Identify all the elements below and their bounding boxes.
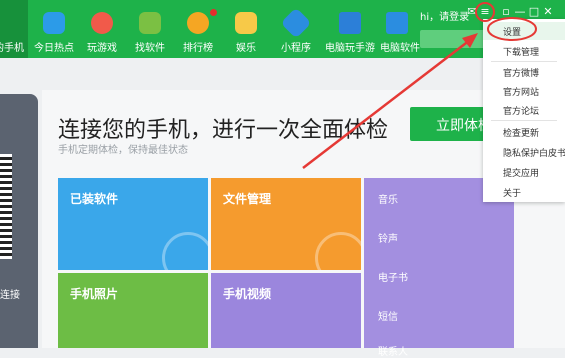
nav-item-pc-mobile-game-label: 电脑玩手游: [325, 43, 375, 54]
menu-item-privacy-whitepaper[interactable]: 隐私保护白皮书: [503, 146, 565, 159]
menu-item-settings[interactable]: 设置: [503, 25, 521, 38]
nav-item-news-label: 今日热点: [34, 43, 74, 54]
list-item-music[interactable]: 音乐: [378, 191, 398, 206]
nav-item-pc-mobile-game[interactable]: 电脑玩手游: [322, 0, 378, 58]
list-item-ebook[interactable]: 电子书: [378, 269, 408, 284]
nav-item-games[interactable]: 玩游戏: [80, 0, 124, 58]
maximize-icon[interactable]: □: [528, 6, 540, 18]
android-app-icon: [139, 12, 161, 34]
menu-item-download-manager[interactable]: 下载管理: [503, 45, 539, 58]
message-icon[interactable]: ✉: [466, 6, 478, 18]
nav-item-ranking[interactable]: 排行榜: [176, 0, 220, 58]
minimize-icon[interactable]: —: [514, 6, 526, 18]
skin-icon[interactable]: ▫: [500, 6, 512, 18]
tile-file-manager-label: 文件管理: [223, 192, 272, 206]
menu-highlight: [483, 22, 565, 40]
nav-item-software[interactable]: 找软件: [128, 0, 172, 58]
nav-item-my-phone[interactable]: 的手机: [0, 0, 28, 58]
page-subtitle: 手机定期体检，保持最佳状态: [58, 145, 188, 156]
notification-dot: [210, 9, 217, 16]
nav-item-my-phone-label: 的手机: [0, 43, 24, 54]
nav-item-pc-software[interactable]: 电脑软件: [380, 0, 420, 58]
apps-icon: [162, 232, 208, 270]
page-title: 连接您的手机，进行一次全面体检: [58, 118, 389, 143]
settings-dropdown-menu: 设置 下载管理 官方微博 官方网站 官方论坛 检查更新 隐私保护白皮书 提交应用…: [483, 19, 565, 202]
entertainment-icon: [235, 12, 257, 34]
qr-code: [0, 154, 12, 259]
list-item-ringtone[interactable]: 铃声: [378, 230, 398, 245]
nav-item-entertainment-label: 娱乐: [236, 43, 256, 54]
menu-item-submit-app[interactable]: 提交应用: [503, 166, 539, 179]
close-icon[interactable]: ✕: [542, 6, 554, 18]
nav-item-pc-software-label: 电脑软件: [380, 43, 420, 54]
nav-item-games-label: 玩游戏: [87, 43, 117, 54]
nav-item-news[interactable]: 今日热点: [32, 0, 76, 58]
tile-phone-photos[interactable]: 手机照片: [58, 273, 208, 348]
nav-item-mini-program-label: 小程序: [281, 43, 311, 54]
login-link[interactable]: hi，请登录: [420, 8, 469, 23]
mini-program-icon: [280, 7, 312, 39]
connect-label: 连接: [0, 290, 20, 301]
menu-icon[interactable]: ≡: [479, 6, 491, 18]
list-item-sms[interactable]: 短信: [378, 308, 398, 323]
folder-icon: [315, 232, 361, 270]
menu-item-check-update[interactable]: 检查更新: [503, 126, 539, 139]
tile-file-manager[interactable]: 文件管理: [211, 178, 361, 270]
menu-item-official-weibo[interactable]: 官方微博: [503, 66, 539, 79]
menu-divider: [491, 61, 557, 62]
news-icon: [43, 12, 65, 34]
tile-installed-apps-label: 已装软件: [70, 192, 119, 206]
menu-item-about[interactable]: 关于: [503, 186, 521, 199]
nav-item-ranking-label: 排行榜: [183, 43, 213, 54]
menu-divider: [491, 120, 557, 121]
gamepad-icon: [91, 12, 113, 34]
menu-item-official-forum[interactable]: 官方论坛: [503, 104, 539, 117]
tile-installed-apps[interactable]: 已装软件: [58, 178, 208, 270]
list-item-contacts[interactable]: 联系人: [378, 343, 408, 358]
tile-phone-videos[interactable]: 手机视频: [211, 273, 361, 348]
pc-software-icon: [386, 12, 408, 34]
tile-phone-photos-label: 手机照片: [70, 287, 119, 301]
nav-item-mini-program[interactable]: 小程序: [272, 0, 320, 58]
nav-item-entertainment[interactable]: 娱乐: [224, 0, 268, 58]
search-input[interactable]: [420, 30, 490, 48]
tile-phone-videos-label: 手机视频: [223, 287, 272, 301]
ranking-medal-icon: [187, 12, 209, 34]
menu-item-official-website[interactable]: 官方网站: [503, 85, 539, 98]
top-navigation-bar: 的手机 今日热点 玩游戏 找软件 排行榜 娱乐 小程序 电脑玩手游 电脑软件 h…: [0, 0, 565, 58]
pc-mobile-game-icon: [339, 12, 361, 34]
media-list-panel: 音乐 铃声 电子书 短信 联系人: [364, 178, 514, 358]
nav-item-software-label: 找软件: [135, 43, 165, 54]
